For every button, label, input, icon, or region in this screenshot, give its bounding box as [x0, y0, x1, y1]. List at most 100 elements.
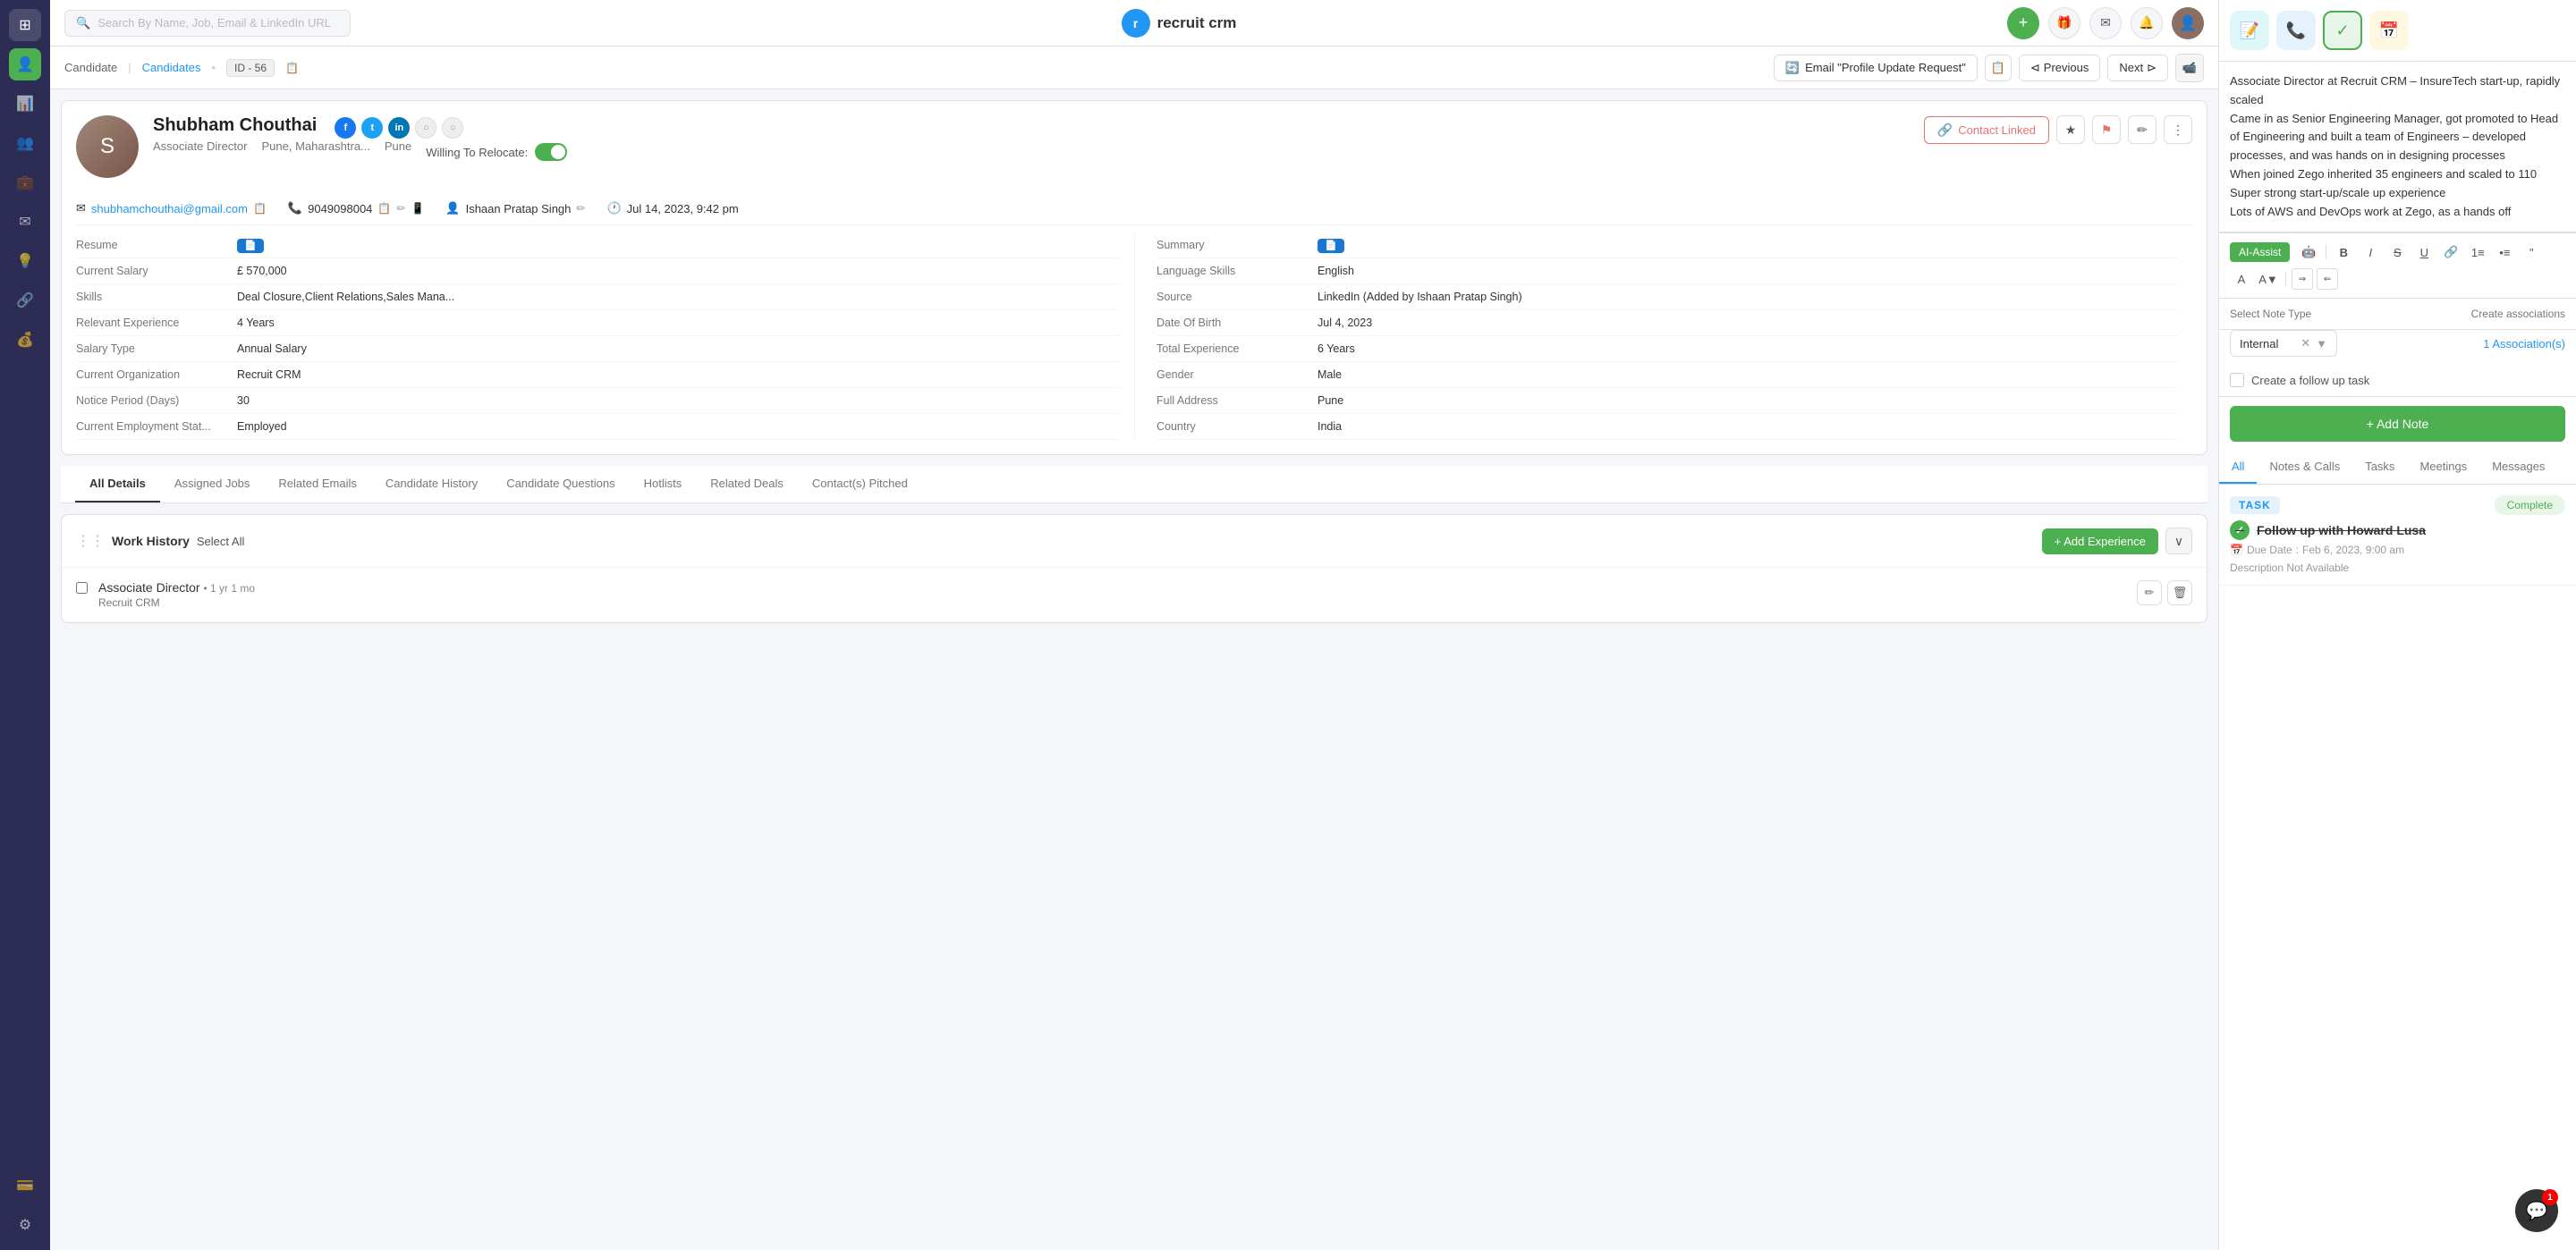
- video-btn[interactable]: 📹: [2175, 54, 2204, 82]
- delete-work-btn[interactable]: 🗑: [2167, 580, 2192, 605]
- edit-work-btn[interactable]: ✏: [2137, 580, 2162, 605]
- copy-btn[interactable]: 📋: [1985, 55, 2012, 81]
- toolbar-font-color-btn[interactable]: A: [2230, 267, 2253, 291]
- toolbar-ltr-btn[interactable]: ⇒: [2292, 268, 2313, 290]
- bell-button[interactable]: 🔔: [2131, 7, 2163, 39]
- copy-email-icon[interactable]: 📋: [253, 202, 267, 215]
- activity-tab-all[interactable]: All: [2219, 451, 2257, 484]
- next-btn[interactable]: Next ⊳: [2107, 55, 2168, 81]
- email-profile-btn[interactable]: 🔄 Email "Profile Update Request": [1774, 55, 1978, 81]
- star-btn[interactable]: ★: [2056, 115, 2085, 144]
- toolbar-strike-btn[interactable]: S: [2385, 241, 2409, 264]
- tab-assigned-jobs[interactable]: Assigned Jobs: [160, 466, 265, 503]
- rp-check-icon[interactable]: ✓: [2323, 11, 2362, 50]
- tab-all-details[interactable]: All Details: [75, 466, 160, 503]
- rp-note-icon[interactable]: 📝: [2230, 11, 2269, 50]
- rp-call-icon[interactable]: 📞: [2276, 11, 2316, 50]
- task-badge-row: TASK Complete: [2230, 495, 2565, 515]
- sidebar-item-dashboard[interactable]: ⊞: [9, 9, 41, 41]
- toolbar-robot-btn[interactable]: 🤖: [2297, 241, 2320, 264]
- add-note-btn[interactable]: + Add Note: [2230, 406, 2565, 442]
- flag-btn[interactable]: ⚑: [2092, 115, 2121, 144]
- edit-owner-icon[interactable]: ✏: [576, 202, 585, 215]
- resume-file-btn[interactable]: 📄: [237, 239, 264, 253]
- tab-candidate-history[interactable]: Candidate History: [371, 466, 492, 503]
- sidebar-item-integrations[interactable]: 🔗: [9, 284, 41, 317]
- select-all-label[interactable]: Select All: [197, 535, 244, 548]
- github-icon[interactable]: ○: [415, 117, 436, 139]
- copy-id-icon[interactable]: 📋: [285, 62, 299, 74]
- toolbar-highlight-btn[interactable]: A▼: [2257, 267, 2280, 291]
- sidebar-item-billing[interactable]: 💳: [9, 1170, 41, 1202]
- facebook-icon[interactable]: f: [335, 117, 356, 139]
- activity-tab-messages[interactable]: Messages: [2479, 451, 2557, 484]
- toolbar-rtl-btn[interactable]: ⇐: [2317, 268, 2338, 290]
- breadcrumb-part1: Candidate: [64, 61, 117, 74]
- more-btn[interactable]: ⋮: [2164, 115, 2192, 144]
- drag-handle-icon[interactable]: ⋮⋮: [76, 532, 105, 550]
- collapse-work-btn[interactable]: ∨: [2165, 528, 2192, 554]
- toolbar-quote-btn[interactable]: ": [2520, 241, 2543, 264]
- detail-row-experience: Relevant Experience 4 Years: [76, 310, 1120, 336]
- tab-contacts-pitched[interactable]: Contact(s) Pitched: [798, 466, 922, 503]
- detail-label-exp: Relevant Experience: [76, 317, 237, 329]
- email-button[interactable]: ✉: [2089, 7, 2122, 39]
- sidebar-item-deals[interactable]: 💰: [9, 324, 41, 356]
- prev-btn[interactable]: ⊲ Previous: [2019, 55, 2100, 81]
- toolbar-italic-btn[interactable]: I: [2359, 241, 2382, 264]
- toolbar-unordered-list-btn[interactable]: •≡: [2493, 241, 2516, 264]
- email-link[interactable]: shubhamchouthai@gmail.com: [91, 202, 248, 215]
- sidebar-item-contacts[interactable]: 👥: [9, 127, 41, 159]
- sidebar-item-jobs[interactable]: 💼: [9, 166, 41, 198]
- linkedin-icon[interactable]: in: [388, 117, 410, 139]
- activity-tab-meetings[interactable]: Meetings: [2407, 451, 2479, 484]
- detail-value-address: Pune: [1318, 394, 2178, 407]
- detail-label-lang: Language Skills: [1157, 265, 1318, 277]
- add-button[interactable]: +: [2007, 7, 2039, 39]
- followup-checkbox[interactable]: [2230, 373, 2244, 387]
- search-box[interactable]: 🔍 Search By Name, Job, Email & LinkedIn …: [64, 10, 351, 37]
- tab-related-deals[interactable]: Related Deals: [696, 466, 798, 503]
- sidebar-item-settings[interactable]: ⚙: [9, 1209, 41, 1241]
- chevron-note-type-icon[interactable]: ▼: [2316, 337, 2327, 351]
- edit-phone-icon[interactable]: ✏: [396, 202, 405, 215]
- activity-tab-tasks[interactable]: Tasks: [2352, 451, 2407, 484]
- toolbar-ordered-list-btn[interactable]: 1≡: [2466, 241, 2489, 264]
- contact-linked-btn[interactable]: 🔗 Contact Linked: [1924, 116, 2049, 144]
- breadcrumb-part2[interactable]: Candidates: [142, 61, 201, 74]
- copy-phone-icon[interactable]: 📋: [377, 202, 391, 215]
- summary-file-btn[interactable]: 📄: [1318, 239, 1344, 253]
- willing-toggle[interactable]: [535, 143, 567, 161]
- sidebar-item-analytics[interactable]: 📊: [9, 88, 41, 120]
- refresh-icon: 🔄: [1785, 61, 1800, 75]
- toolbar-link-btn[interactable]: 🔗: [2439, 241, 2462, 264]
- ai-assist-btn[interactable]: AI-Assist: [2230, 242, 2290, 262]
- candidate-name: Shubham Chouthai: [153, 115, 317, 136]
- sidebar-item-emails[interactable]: ✉: [9, 206, 41, 238]
- clear-note-type-icon[interactable]: ✕: [2301, 336, 2310, 351]
- chat-bubble[interactable]: 💬 1: [2515, 1189, 2558, 1232]
- toolbar-bold-btn[interactable]: B: [2332, 241, 2355, 264]
- whatsapp-icon[interactable]: 📱: [411, 202, 424, 215]
- twitter-icon[interactable]: t: [361, 117, 383, 139]
- sidebar-item-candidates[interactable]: 👤: [9, 48, 41, 80]
- note-content-area[interactable]: Associate Director at Recruit CRM – Insu…: [2219, 62, 2576, 232]
- sidebar-item-hotlists[interactable]: 💡: [9, 245, 41, 277]
- task-complete-badge[interactable]: Complete: [2495, 495, 2565, 515]
- rp-calendar-icon[interactable]: 📅: [2369, 11, 2409, 50]
- tab-related-emails[interactable]: Related Emails: [264, 466, 370, 503]
- activity-tab-notes[interactable]: Notes & Calls: [2257, 451, 2352, 484]
- add-experience-btn[interactable]: + Add Experience: [2042, 528, 2158, 554]
- note-type-select[interactable]: Internal ✕ ▼: [2230, 330, 2337, 357]
- detail-row-org: Current Organization Recruit CRM: [76, 362, 1120, 388]
- association-value[interactable]: 1 Association(s): [2483, 337, 2565, 351]
- web-icon[interactable]: ○: [442, 117, 463, 139]
- tab-hotlists[interactable]: Hotlists: [630, 466, 697, 503]
- toolbar-underline-btn[interactable]: U: [2412, 241, 2436, 264]
- avatar[interactable]: 👤: [2172, 7, 2204, 39]
- tab-candidate-questions[interactable]: Candidate Questions: [492, 466, 629, 503]
- edit-btn[interactable]: ✏: [2128, 115, 2157, 144]
- note-line-2: Came in as Senior Engineering Manager, g…: [2230, 110, 2565, 165]
- work-item-checkbox[interactable]: [76, 582, 88, 594]
- gift-button[interactable]: 🎁: [2048, 7, 2080, 39]
